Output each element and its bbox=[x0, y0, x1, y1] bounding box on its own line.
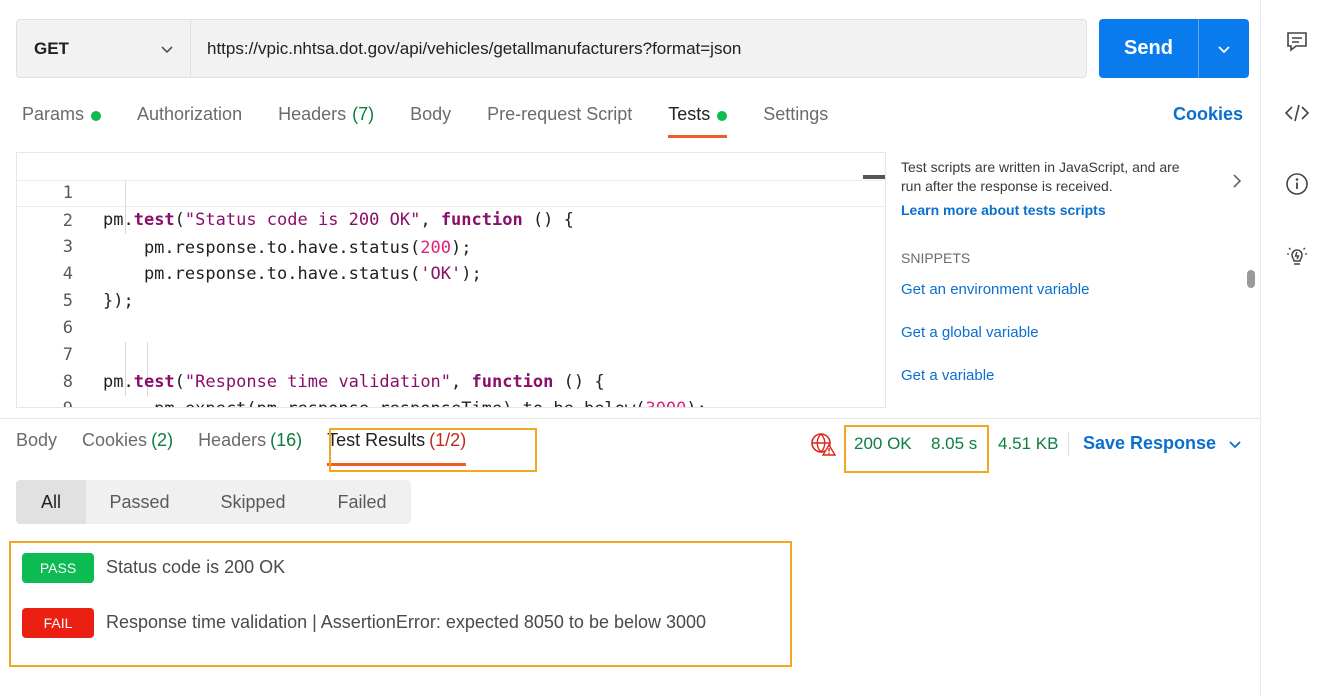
sidebar-divider bbox=[1260, 0, 1261, 696]
tab-label: Authorization bbox=[137, 104, 243, 124]
tab-settings[interactable]: Settings bbox=[763, 98, 828, 138]
cookies-link[interactable]: Cookies bbox=[1173, 104, 1243, 125]
method-label: GET bbox=[34, 38, 69, 58]
tab-count: (2) bbox=[151, 430, 174, 450]
test-result-text: Response time validation | AssertionErro… bbox=[106, 612, 707, 632]
fail-badge: FAIL bbox=[22, 608, 94, 638]
tab-label: Headers bbox=[198, 430, 267, 450]
filter-skipped[interactable]: Skipped bbox=[193, 480, 313, 524]
tab-pre-request-script[interactable]: Pre-request Script bbox=[487, 98, 632, 138]
pass-badge: PASS bbox=[22, 553, 94, 583]
tab-label: Pre-request Script bbox=[487, 104, 633, 124]
snippet-link[interactable]: Get a variable bbox=[901, 367, 994, 384]
code-line: 5 bbox=[17, 261, 885, 311]
send-options-button[interactable] bbox=[1199, 19, 1249, 78]
tab-count: (16) bbox=[270, 430, 303, 450]
toolbar-separator bbox=[1068, 432, 1069, 456]
tab-authorization[interactable]: Authorization bbox=[137, 98, 242, 138]
response-size[interactable]: 4.51 KB bbox=[998, 434, 1059, 454]
filter-all[interactable]: All bbox=[16, 480, 86, 524]
code-icon[interactable] bbox=[1284, 100, 1310, 126]
save-response-label: Save Response bbox=[1083, 433, 1217, 453]
tab-body[interactable]: Body bbox=[410, 98, 451, 138]
highlight-box bbox=[844, 425, 989, 473]
code-line: 6 bbox=[17, 288, 885, 338]
response-divider bbox=[0, 418, 1260, 419]
code-line: 3 pm.response.to.have.status('OK'); bbox=[17, 207, 885, 284]
snippet-link[interactable]: Get an environment variable bbox=[901, 281, 1089, 298]
results-filter: All Passed Skipped Failed bbox=[16, 480, 411, 524]
tab-count: (7) bbox=[352, 104, 375, 124]
highlight-box bbox=[329, 428, 537, 472]
tests-code-editor[interactable]: 1 pm.test("Status code is 200 OK", funct… bbox=[16, 152, 886, 408]
filter-passed[interactable]: Passed bbox=[86, 480, 193, 524]
editor-scrollbar[interactable] bbox=[863, 175, 885, 179]
tab-tests[interactable]: Tests bbox=[668, 98, 728, 138]
chevron-down-icon bbox=[1229, 440, 1241, 448]
code-line: 9 pm.expect(pm.response.responseTime).to… bbox=[17, 369, 885, 407]
send-button-group: Send bbox=[1099, 19, 1249, 78]
chevron-down-icon bbox=[1218, 45, 1230, 53]
code-line: 1 pm.test("Status code is 200 OK", funct… bbox=[17, 153, 885, 230]
comment-icon[interactable] bbox=[1284, 29, 1310, 55]
postman-window: GET https://vpic.nhtsa.dot.gov/api/vehic… bbox=[0, 0, 1325, 696]
chevron-right-icon[interactable] bbox=[1229, 172, 1245, 190]
test-result-text: Status code is 200 OK bbox=[106, 557, 286, 577]
snippet-link[interactable]: Get a global variable bbox=[901, 324, 1039, 341]
lightbulb-icon[interactable] bbox=[1284, 243, 1310, 269]
tab-label: Tests bbox=[668, 104, 711, 124]
info-icon[interactable] bbox=[1284, 171, 1310, 197]
code-line: 4 }); bbox=[17, 234, 885, 311]
tests-help-panel: Test scripts are written in JavaScript, … bbox=[901, 158, 1201, 220]
request-url-bar: GET https://vpic.nhtsa.dot.gov/api/vehic… bbox=[16, 19, 1087, 78]
tab-response-body[interactable]: Body bbox=[16, 430, 57, 462]
tab-label: Params bbox=[22, 104, 85, 124]
request-tabs: Params Authorization Headers (7) Body Pre… bbox=[22, 98, 864, 138]
tab-label: Cookies bbox=[82, 430, 148, 450]
tab-label: Headers bbox=[278, 104, 347, 124]
save-response-button[interactable]: Save Response bbox=[1083, 433, 1242, 454]
code-line: 10 }); bbox=[17, 396, 885, 407]
code-line: 2 pm.response.to.have.status(200); bbox=[17, 180, 885, 258]
tab-label: Settings bbox=[763, 104, 829, 124]
snippets-scrollbar[interactable] bbox=[1247, 270, 1255, 288]
help-description: Test scripts are written in JavaScript, … bbox=[901, 159, 1180, 194]
tab-headers[interactable]: Headers (7) bbox=[278, 98, 374, 138]
method-select[interactable]: GET bbox=[17, 20, 191, 77]
code-line: 7 pm.test("Response time validation", fu… bbox=[17, 315, 885, 392]
snippets-heading: SNIPPETS bbox=[901, 250, 971, 266]
tab-params[interactable]: Params bbox=[22, 98, 102, 138]
active-dot-icon bbox=[91, 111, 102, 121]
tab-label: Body bbox=[16, 430, 58, 450]
active-dot-icon bbox=[717, 111, 728, 121]
code-line: 8 pm.expect(pm.response.responseTime).to… bbox=[17, 342, 885, 407]
send-button[interactable]: Send bbox=[1099, 19, 1199, 78]
tab-response-cookies[interactable]: Cookies (2) bbox=[82, 430, 173, 462]
tab-response-headers[interactable]: Headers (16) bbox=[198, 430, 302, 462]
filter-failed[interactable]: Failed bbox=[313, 480, 411, 524]
tab-label: Body bbox=[410, 104, 452, 124]
learn-more-link[interactable]: Learn more about tests scripts bbox=[901, 201, 1201, 220]
url-input[interactable]: https://vpic.nhtsa.dot.gov/api/vehicles/… bbox=[191, 39, 741, 59]
globe-warning-icon[interactable] bbox=[810, 432, 836, 456]
chevron-down-icon bbox=[161, 45, 173, 53]
